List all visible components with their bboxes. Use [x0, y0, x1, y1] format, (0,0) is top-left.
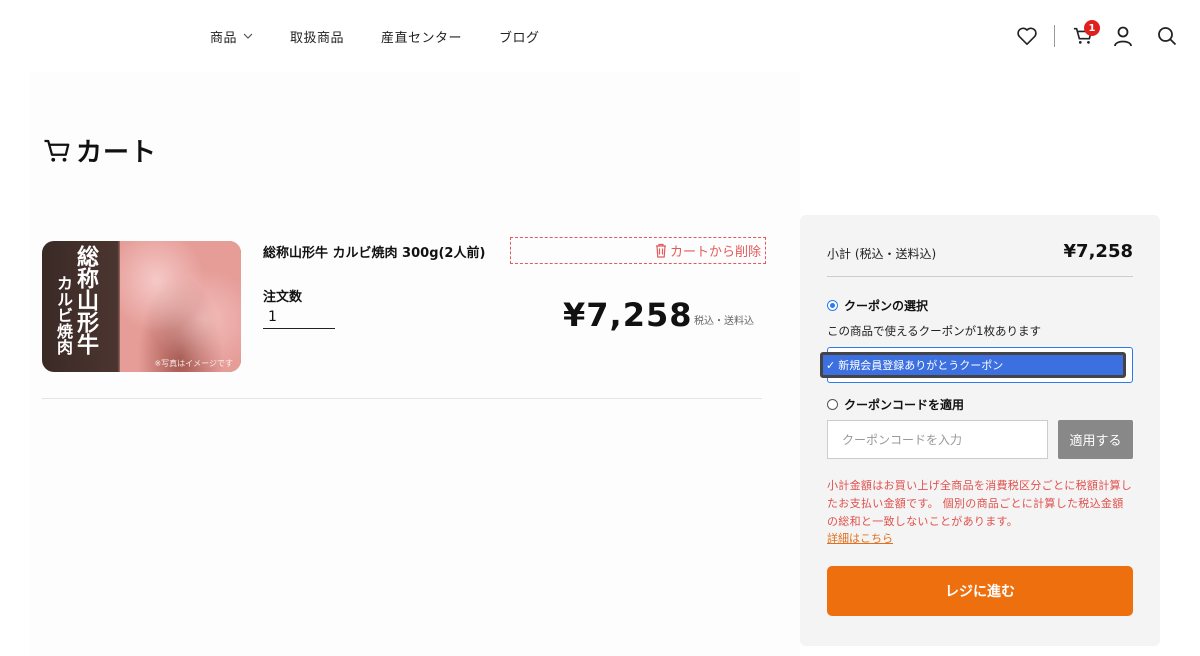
checkmark-icon: ✓ — [826, 358, 836, 372]
product-image-caption: ※写真はイメージです — [154, 359, 233, 368]
product-image-text: 総称山形牛 カルビ焼肉 — [48, 245, 118, 365]
user-icon[interactable] — [1110, 23, 1136, 49]
trash-icon — [655, 243, 666, 258]
product-name[interactable]: 総称山形牛 カルビ焼肉 300g(2人前) — [263, 242, 485, 261]
quantity-input[interactable] — [263, 305, 335, 329]
coupon-code-input[interactable] — [827, 420, 1048, 459]
header-icons: 1 — [1014, 20, 1180, 50]
checkout-button[interactable]: レジに進む — [827, 566, 1133, 616]
nav-item-label: 産直センター — [381, 30, 463, 46]
coupon-dropdown[interactable]: ✓ 新規会員登録ありがとうクーポン — [820, 347, 1133, 383]
product-image-subtitle: カルビ焼肉 — [54, 275, 73, 355]
coupon-option-selected[interactable]: ✓ 新規会員登録ありがとうクーポン — [820, 352, 1126, 378]
cart-icon — [44, 139, 70, 162]
divider — [827, 276, 1133, 277]
main-nav: 商品 取扱商品 産直センター ブログ — [210, 27, 577, 46]
site-header: 商品 取扱商品 産直センター ブログ 1 — [0, 0, 1200, 72]
coupon-note: この商品で使えるクーポンが1枚あります — [827, 324, 1041, 338]
product-photo-meat — [120, 241, 241, 372]
coupon-code-label: クーポンコードを適用 — [844, 398, 965, 412]
tax-notice: 小計金額はお買い上げ全商品を消費税区分ごとに税額計算したお支払い金額です。 個別… — [827, 479, 1133, 528]
subtotal-value: ¥7,258 — [1063, 241, 1133, 262]
nav-item-label: 取扱商品 — [290, 30, 345, 46]
apply-coupon-button[interactable]: 適用する — [1058, 420, 1133, 459]
cart-icon[interactable]: 1 — [1070, 20, 1100, 49]
coupon-code-radio[interactable]: クーポンコードを適用 — [827, 396, 964, 413]
radio-button-selected[interactable] — [827, 300, 838, 311]
coupon-select-radio[interactable]: クーポンの選択 — [827, 297, 928, 314]
subtotal-label: 小計 (税込・送料込) — [827, 247, 937, 261]
heart-icon[interactable] — [1014, 23, 1040, 49]
divider — [42, 398, 762, 399]
nav-item-direct-center[interactable]: 産直センター — [381, 27, 463, 46]
search-icon[interactable] — [1154, 23, 1180, 49]
header-divider — [1054, 25, 1055, 47]
page-title-text: カート — [76, 138, 158, 168]
nav-item-label: ブログ — [499, 30, 540, 46]
coupon-select-label: クーポンの選択 — [844, 299, 929, 313]
coupon-option-label: 新規会員登録ありがとうクーポン — [838, 359, 1004, 372]
remove-from-cart-button[interactable]: カートから削除 — [510, 237, 766, 264]
tax-note: 税込・送料込 — [694, 316, 754, 327]
product-image[interactable]: 総称山形牛 カルビ焼肉 ※写真はイメージです — [42, 241, 241, 372]
order-summary: 小計 (税込・送料込) ¥7,258 クーポンの選択 この商品で使えるクーポンが… — [800, 215, 1160, 646]
remove-label: カートから削除 — [669, 245, 761, 260]
product-image-title: 総称山形牛 — [73, 245, 99, 355]
cart-count-badge: 1 — [1084, 20, 1100, 36]
nav-item-label: 商品 — [210, 30, 238, 46]
page-title: カート — [42, 132, 157, 169]
radio-button[interactable] — [827, 399, 838, 410]
details-link[interactable]: 詳細はこちら — [827, 530, 893, 546]
chevron-down-icon — [243, 33, 253, 39]
nav-item-handled-products[interactable]: 取扱商品 — [290, 27, 345, 46]
nav-item-blog[interactable]: ブログ — [499, 27, 540, 46]
nav-item-products[interactable]: 商品 — [210, 27, 253, 46]
item-price: ¥7,258 — [563, 296, 693, 334]
quantity-label: 注文数 — [263, 290, 303, 305]
